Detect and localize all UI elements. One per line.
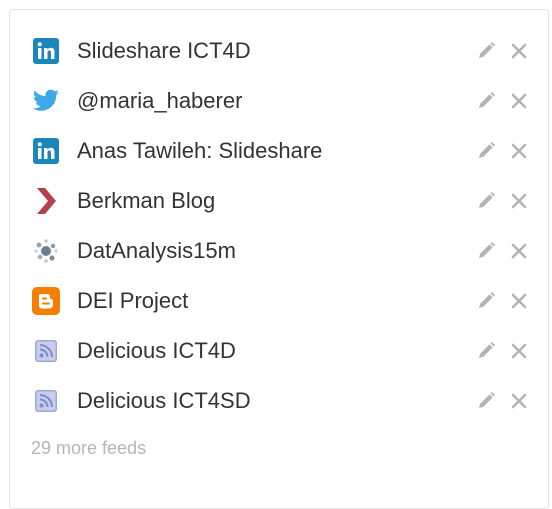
rss-feed-icon [32, 387, 60, 415]
edit-feed-button[interactable] [475, 390, 497, 412]
favicon-icon [32, 237, 60, 265]
delete-feed-button[interactable] [508, 140, 530, 162]
rss-feed-icon [32, 337, 60, 365]
feed-item[interactable]: Delicious ICT4D [10, 326, 548, 376]
feed-label: Berkman Blog [77, 188, 216, 213]
feed-label: DatAnalysis15m [77, 238, 236, 263]
chevron-right-icon [32, 187, 60, 215]
pencil-icon [479, 92, 495, 108]
twitter-bird-icon [32, 87, 60, 115]
feed-item[interactable]: DEI Project [10, 276, 548, 326]
feed-item[interactable]: Anas Tawileh: Slideshare [10, 126, 548, 176]
close-icon [511, 93, 527, 109]
pencil-icon [479, 42, 495, 58]
delete-feed-button[interactable] [508, 40, 530, 62]
linkedin-icon [32, 137, 60, 165]
delete-feed-button[interactable] [508, 390, 530, 412]
linkedin-icon [32, 37, 60, 65]
close-icon [511, 143, 527, 159]
edit-feed-button[interactable] [475, 190, 497, 212]
pencil-icon [479, 292, 495, 308]
feed-label: DEI Project [77, 288, 189, 313]
feed-item[interactable]: @maria_haberer [10, 76, 548, 126]
feed-item[interactable]: Berkman Blog [10, 176, 548, 226]
feeds-panel: Slideshare ICT4D @maria_haberer Anas Taw… [9, 9, 549, 509]
more-feeds-link[interactable]: 29 more feeds [31, 438, 146, 459]
close-icon [511, 393, 527, 409]
feed-label: Delicious ICT4SD [77, 388, 251, 413]
edit-feed-button[interactable] [475, 40, 497, 62]
close-icon [511, 243, 527, 259]
close-icon [511, 293, 527, 309]
close-icon [511, 43, 527, 59]
feed-label: Anas Tawileh: Slideshare [77, 138, 323, 163]
edit-feed-button[interactable] [475, 340, 497, 362]
edit-feed-button[interactable] [475, 90, 497, 112]
feed-label: Delicious ICT4D [77, 338, 236, 363]
feed-item[interactable]: Delicious ICT4SD [10, 376, 548, 426]
delete-feed-button[interactable] [508, 340, 530, 362]
pencil-icon [479, 342, 495, 358]
pencil-icon [479, 392, 495, 408]
close-icon [511, 193, 527, 209]
pencil-icon [479, 192, 495, 208]
delete-feed-button[interactable] [508, 90, 530, 112]
pencil-icon [479, 242, 495, 258]
feed-label: @maria_haberer [77, 88, 243, 113]
pencil-icon [479, 142, 495, 158]
edit-feed-button[interactable] [475, 140, 497, 162]
close-icon [511, 343, 527, 359]
delete-feed-button[interactable] [508, 240, 530, 262]
feed-item[interactable]: DatAnalysis15m [10, 226, 548, 276]
feed-label: Slideshare ICT4D [77, 38, 251, 63]
delete-feed-button[interactable] [508, 190, 530, 212]
edit-feed-button[interactable] [475, 240, 497, 262]
delete-feed-button[interactable] [508, 290, 530, 312]
edit-feed-button[interactable] [475, 290, 497, 312]
blogger-icon [32, 287, 60, 315]
feed-item[interactable]: Slideshare ICT4D [10, 26, 548, 76]
